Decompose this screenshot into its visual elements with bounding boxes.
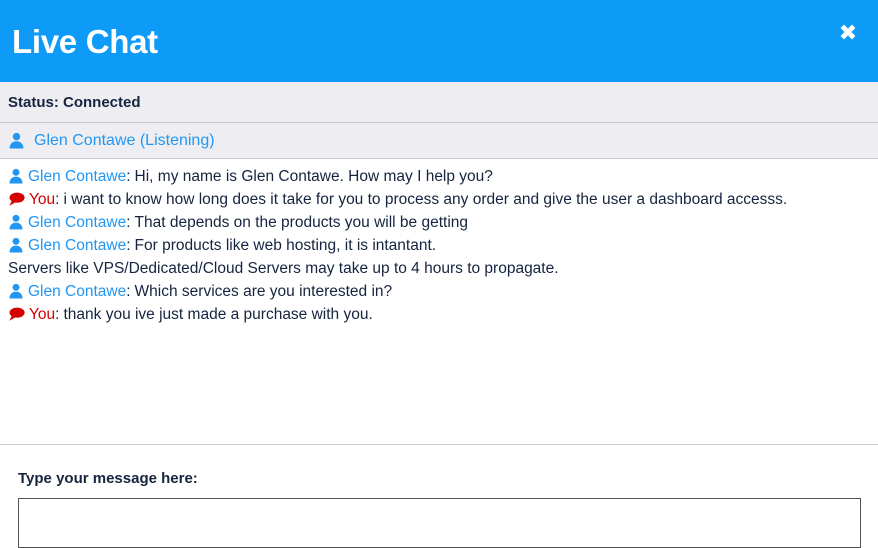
message-row: Glen Contawe : Which services are you in… <box>8 280 870 303</box>
person-icon <box>8 283 24 306</box>
message-text: Hi, my name is Glen Contawe. How may I h… <box>134 168 493 185</box>
message-separator: : <box>126 237 131 254</box>
message-separator: : <box>126 168 131 185</box>
message-separator: : <box>126 214 131 231</box>
message-row: You : thank you ive just made a purchase… <box>8 303 870 326</box>
message-sender: Glen Contawe <box>28 237 127 254</box>
person-icon <box>8 214 24 237</box>
message-text: For products like web hosting, it is int… <box>134 237 437 254</box>
status-bar: Status: Connected <box>0 82 878 123</box>
message-row: Glen Contawe : For products like web hos… <box>8 234 870 257</box>
message-row: You : i want to know how long does it ta… <box>8 188 870 211</box>
message-sender: You <box>29 191 56 208</box>
close-icon[interactable]: ✖ <box>834 20 862 48</box>
participant-label: Glen Contawe (Listening) <box>34 131 215 149</box>
message-text: That depends on the products you will be… <box>134 214 469 231</box>
person-icon <box>8 132 25 154</box>
message-input[interactable] <box>18 498 861 548</box>
speech-bubble-icon <box>8 306 25 329</box>
page-title: Live Chat <box>12 22 158 60</box>
message-sender: Glen Contawe <box>28 283 127 300</box>
message-sender: Glen Contawe <box>28 168 127 185</box>
message-text: thank you ive just made a purchase with … <box>63 306 373 323</box>
message-row: Glen Contawe : That depends on the produ… <box>8 211 870 234</box>
person-icon <box>8 168 24 191</box>
live-chat-window: Live Chat ✖ Status: Connected Glen Conta… <box>0 0 878 548</box>
message-row: Servers like VPS/Dedicated/Cloud Servers… <box>8 257 870 280</box>
message-row: Glen Contawe : Hi, my name is Glen Conta… <box>8 165 870 188</box>
speech-bubble-icon <box>8 191 25 214</box>
composer-label: Type your message here: <box>18 470 198 487</box>
participants-row: Glen Contawe (Listening) <box>0 123 878 159</box>
message-separator: : <box>126 283 131 300</box>
message-separator: : <box>55 306 60 323</box>
message-text: Servers like VPS/Dedicated/Cloud Servers… <box>8 260 559 277</box>
chat-header: Live Chat ✖ <box>0 0 878 82</box>
person-icon <box>8 237 24 260</box>
status-badge: Status: Connected <box>8 93 141 111</box>
messages-area[interactable]: Glen Contawe : Hi, my name is Glen Conta… <box>0 159 878 444</box>
message-separator: : <box>55 191 60 208</box>
message-text: Which services are you interested in? <box>134 283 393 300</box>
message-text: i want to know how long does it take for… <box>63 191 788 208</box>
message-composer: Type your message here: <box>0 444 878 548</box>
message-sender: Glen Contawe <box>28 214 127 231</box>
message-sender: You <box>29 306 56 323</box>
